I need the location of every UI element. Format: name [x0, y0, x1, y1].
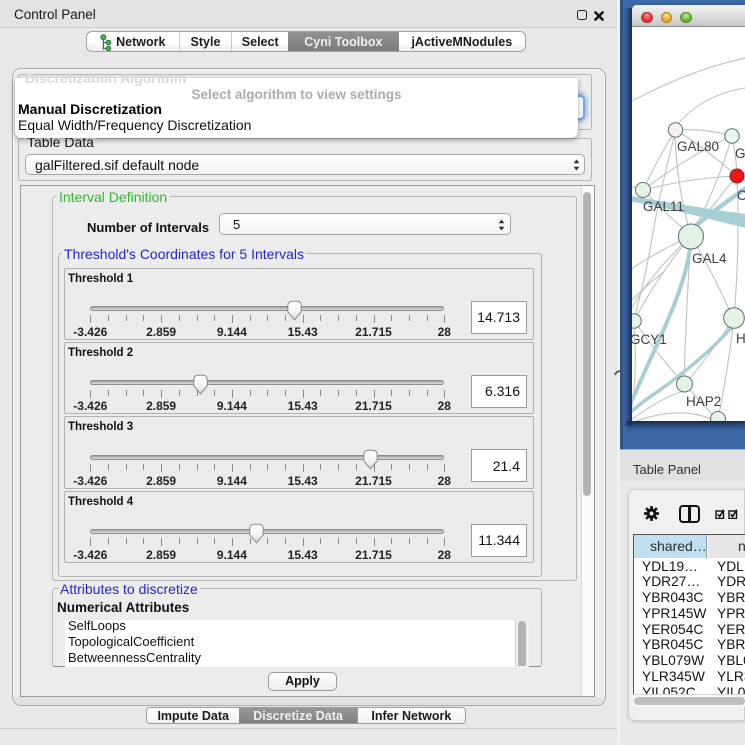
svg-text:GA: GA: [735, 146, 745, 161]
svg-text:GAL80: GAL80: [677, 139, 719, 154]
svg-text:C: C: [737, 188, 745, 203]
svg-text:GAL11: GAL11: [643, 199, 684, 214]
svg-text:H: H: [736, 331, 745, 346]
svg-text:GCY1: GCY1: [632, 332, 667, 347]
svg-text:HAP2: HAP2: [686, 394, 721, 409]
svg-text:GAL4: GAL4: [692, 251, 727, 266]
